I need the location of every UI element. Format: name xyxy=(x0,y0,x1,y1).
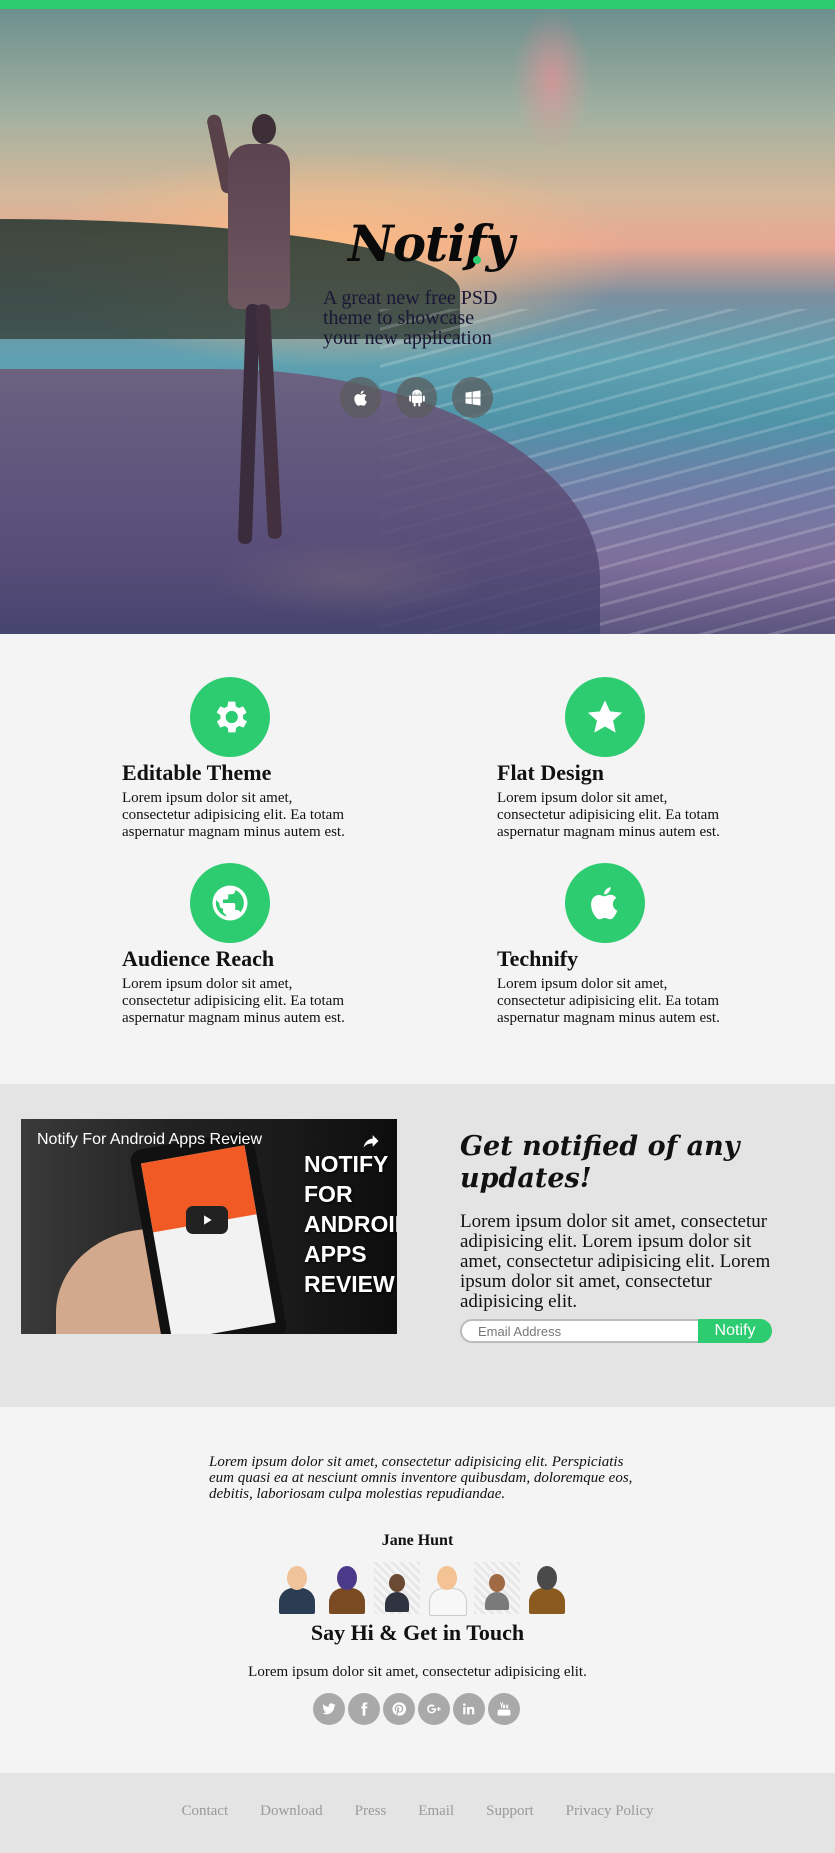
windows-icon xyxy=(465,390,480,405)
avatar-woman[interactable] xyxy=(324,1562,370,1614)
newsletter-text: Lorem ipsum dolor sit amet, consectetur … xyxy=(460,1211,771,1312)
video-title[interactable]: Notify For Android Apps Review xyxy=(37,1131,262,1149)
footer-link-download[interactable]: Download xyxy=(260,1803,323,1820)
play-button[interactable] xyxy=(186,1206,228,1234)
hero-person-figure xyxy=(200,113,310,554)
newsletter-form: Notify xyxy=(460,1319,772,1343)
avatar-man-suit[interactable] xyxy=(374,1562,420,1614)
avatar-man-brown[interactable] xyxy=(524,1562,570,1614)
twitter-icon[interactable] xyxy=(313,1693,345,1725)
footer-link-support[interactable]: Support xyxy=(486,1803,534,1820)
android-icon xyxy=(408,389,425,406)
platform-buttons xyxy=(340,377,493,418)
feature-icon-circle xyxy=(190,863,270,943)
contact-title: Say Hi & Get in Touch xyxy=(310,1620,525,1645)
facebook-icon[interactable] xyxy=(348,1693,380,1725)
hero-tagline: A great new free PSD theme to showcase y… xyxy=(323,287,498,349)
footer-link-press[interactable]: Press xyxy=(355,1803,387,1820)
star-icon xyxy=(587,700,623,733)
share-icon[interactable] xyxy=(361,1131,381,1151)
footer-link-email[interactable]: Email xyxy=(418,1803,454,1820)
apple-icon xyxy=(353,390,367,406)
newsletter-title: Get notified of any updates! xyxy=(460,1131,740,1194)
avatar-doctor[interactable] xyxy=(424,1562,470,1616)
avatar-businessman[interactable] xyxy=(274,1562,320,1614)
logo-dot xyxy=(473,256,481,264)
feature-text: Lorem ipsum dolor sit amet, consectetur … xyxy=(122,976,345,1026)
feature-title: Audience Reach xyxy=(122,946,275,971)
video-player[interactable]: Notify For Android Apps Review NOTIFY FO… xyxy=(21,1119,397,1334)
google-plus-icon[interactable] xyxy=(418,1693,450,1725)
email-field[interactable] xyxy=(460,1319,698,1343)
avatar-list xyxy=(274,1562,570,1616)
play-icon xyxy=(204,1215,212,1225)
social-links xyxy=(313,1693,520,1725)
youtube-icon[interactable] xyxy=(488,1693,520,1725)
gear-icon xyxy=(216,701,247,733)
feature-text: Lorem ipsum dolor sit amet, consectetur … xyxy=(497,976,720,1026)
globe-icon xyxy=(212,885,248,921)
top-accent-bar xyxy=(0,0,835,9)
feature-icon-circle xyxy=(565,863,645,943)
testimonial-name: Jane Hunt xyxy=(381,1532,454,1549)
footer: Contact Download Press Email Support Pri… xyxy=(0,1773,835,1853)
notify-button[interactable]: Notify xyxy=(698,1319,772,1343)
feature-title: Flat Design xyxy=(497,760,604,785)
apple-store-button[interactable] xyxy=(340,377,381,418)
feature-text: Lorem ipsum dolor sit amet, consectetur … xyxy=(497,790,720,840)
pinterest-icon[interactable] xyxy=(383,1693,415,1725)
feature-text: Lorem ipsum dolor sit amet, consectetur … xyxy=(122,790,345,840)
apple-icon xyxy=(591,887,618,920)
android-store-button[interactable] xyxy=(396,377,437,418)
linkedin-icon[interactable] xyxy=(453,1693,485,1725)
hero-logo: Notify xyxy=(348,214,515,273)
feature-title: Editable Theme xyxy=(122,760,272,785)
avatar-man-laptop[interactable] xyxy=(474,1562,520,1614)
footer-link-contact[interactable]: Contact xyxy=(181,1803,228,1820)
testimonial-quote: Lorem ipsum dolor sit amet, consectetur … xyxy=(209,1454,633,1502)
feature-icon-circle xyxy=(190,677,270,757)
footer-nav: Contact Download Press Email Support Pri… xyxy=(0,1803,835,1820)
footer-link-privacy-policy[interactable]: Privacy Policy xyxy=(566,1803,654,1820)
contact-text: Lorem ipsum dolor sit amet, consectetur … xyxy=(248,1664,587,1680)
feature-title: Technify xyxy=(497,946,579,971)
video-overlay-text: NOTIFY FOR ANDROID APPS REVIEW xyxy=(304,1151,397,1297)
feature-icon-circle xyxy=(565,677,645,757)
windows-store-button[interactable] xyxy=(452,377,493,418)
